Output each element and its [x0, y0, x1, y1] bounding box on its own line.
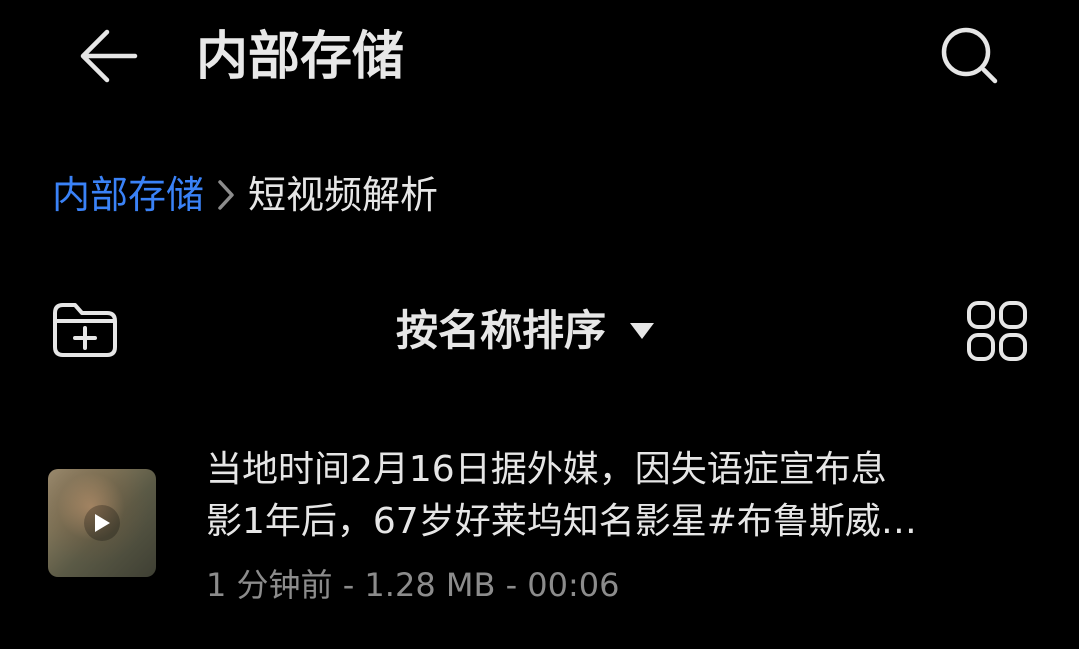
- view-toggle-button[interactable]: [958, 292, 1036, 370]
- file-list-item[interactable]: 当地时间2月16日据外媒，因失语症宣布息 影1年后，67岁好莱坞知名影星#布鲁斯…: [0, 430, 1079, 620]
- chevron-right-icon: [204, 166, 248, 224]
- breadcrumb-current: 短视频解析: [248, 173, 439, 217]
- new-folder-button[interactable]: [44, 294, 126, 366]
- sort-label: 按名称排序: [396, 306, 607, 355]
- search-icon: [941, 27, 998, 84]
- file-name-line-1: 当地时间2月16日据外媒，因失语症宣布息: [206, 449, 887, 490]
- caret-down-icon: [628, 300, 656, 362]
- sort-dropdown[interactable]: 按名称排序: [396, 300, 656, 362]
- file-name-line-2: 影1年后，67岁好莱坞知名影星#布鲁斯威…: [206, 501, 917, 542]
- breadcrumb-root[interactable]: 内部存储: [52, 166, 204, 224]
- search-button[interactable]: [930, 18, 1010, 94]
- file-meta: 1 分钟前 - 1.28 MB - 00:06: [206, 566, 620, 604]
- arrow-left-icon: [80, 29, 138, 83]
- file-name: 当地时间2月16日据外媒，因失语症宣布息 影1年后，67岁好莱坞知名影星#布鲁斯…: [206, 444, 1036, 548]
- back-button[interactable]: [70, 18, 146, 94]
- play-icon: [84, 505, 120, 541]
- video-thumbnail: [48, 469, 156, 577]
- page-title: 内部存储: [196, 27, 405, 87]
- grid-view-icon: [967, 301, 1027, 361]
- breadcrumb: 内部存储 短视频解析: [52, 166, 438, 224]
- folder-add-icon: [53, 303, 117, 357]
